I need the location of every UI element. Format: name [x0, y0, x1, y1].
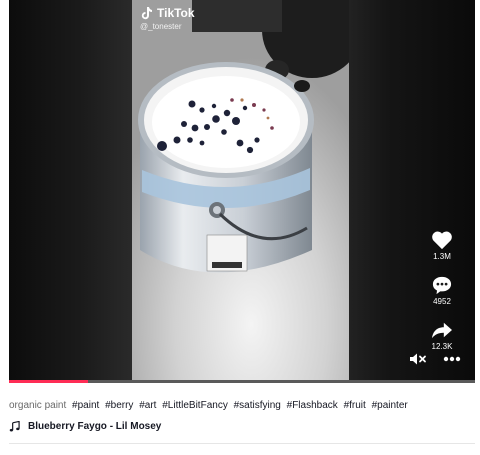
music-title: Blueberry Faygo - Lil Mosey: [28, 421, 162, 432]
player-left-backdrop: [9, 0, 132, 382]
hashtag-link[interactable]: #Flashback: [287, 400, 338, 411]
caption-text: organic paint: [9, 400, 67, 411]
video-progress-fill: [9, 380, 89, 383]
video-progress-bar[interactable]: [9, 380, 475, 383]
section-divider: [9, 443, 475, 444]
player-controls: [409, 352, 461, 366]
share-count: 12.3K: [431, 342, 453, 351]
more-dots-icon[interactable]: [443, 356, 461, 362]
tiktok-watermark: TikTok: [140, 6, 195, 20]
music-note-icon: [9, 421, 20, 432]
action-bar: 1.3M 4952 12.3K: [427, 230, 457, 365]
hashtag-link[interactable]: #LittleBitFancy: [162, 400, 228, 411]
heart-icon[interactable]: [431, 230, 453, 250]
paint-can-video-image: [132, 0, 349, 382]
creator-username: @_tonester: [140, 22, 182, 31]
video-frame[interactable]: [132, 0, 349, 382]
hashtag-link[interactable]: #painter: [372, 400, 408, 411]
music-track-link[interactable]: Blueberry Faygo - Lil Mosey: [9, 421, 161, 432]
video-player[interactable]: TikTok @_tonester 1.3M 4952 12.3K: [9, 0, 475, 382]
tiktok-note-icon: [141, 7, 152, 20]
hashtag-link[interactable]: #art: [139, 400, 156, 411]
hashtag-link[interactable]: #fruit: [344, 400, 366, 411]
comment-bubble-icon[interactable]: [431, 275, 453, 295]
hashtag-link[interactable]: #berry: [105, 400, 133, 411]
video-caption: organic paint #paint #berry #art #Little…: [9, 400, 408, 411]
share-arrow-icon[interactable]: [431, 320, 453, 340]
comment-button[interactable]: 4952: [431, 275, 453, 306]
like-button[interactable]: 1.3M: [431, 230, 453, 261]
comment-count: 4952: [433, 297, 451, 306]
like-count: 1.3M: [433, 252, 451, 261]
hashtag-link[interactable]: #satisfying: [234, 400, 281, 411]
hashtag-link[interactable]: #paint: [72, 400, 99, 411]
speaker-muted-icon[interactable]: [409, 352, 427, 366]
tiktok-brand-text: TikTok: [157, 6, 195, 20]
share-button[interactable]: 12.3K: [431, 320, 453, 351]
